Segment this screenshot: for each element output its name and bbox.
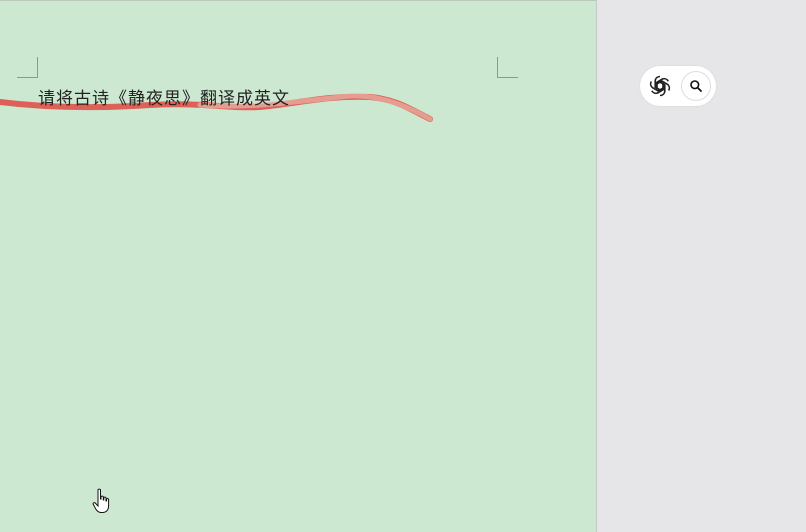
margin-corner-top-left bbox=[17, 57, 38, 78]
margin-corner-top-right bbox=[497, 57, 518, 78]
document-page[interactable]: 请将古诗《静夜思》翻译成英文 bbox=[0, 0, 596, 532]
search-button[interactable] bbox=[681, 71, 711, 101]
openai-logo-icon[interactable] bbox=[647, 73, 673, 99]
document-text-line[interactable]: 请将古诗《静夜思》翻译成英文 bbox=[38, 84, 290, 109]
ai-assistant-widget[interactable] bbox=[640, 66, 716, 106]
hand-pointer-icon bbox=[92, 488, 110, 513]
search-icon bbox=[690, 80, 702, 92]
screen: 请将古诗《静夜思》翻译成英文 bbox=[0, 0, 806, 532]
